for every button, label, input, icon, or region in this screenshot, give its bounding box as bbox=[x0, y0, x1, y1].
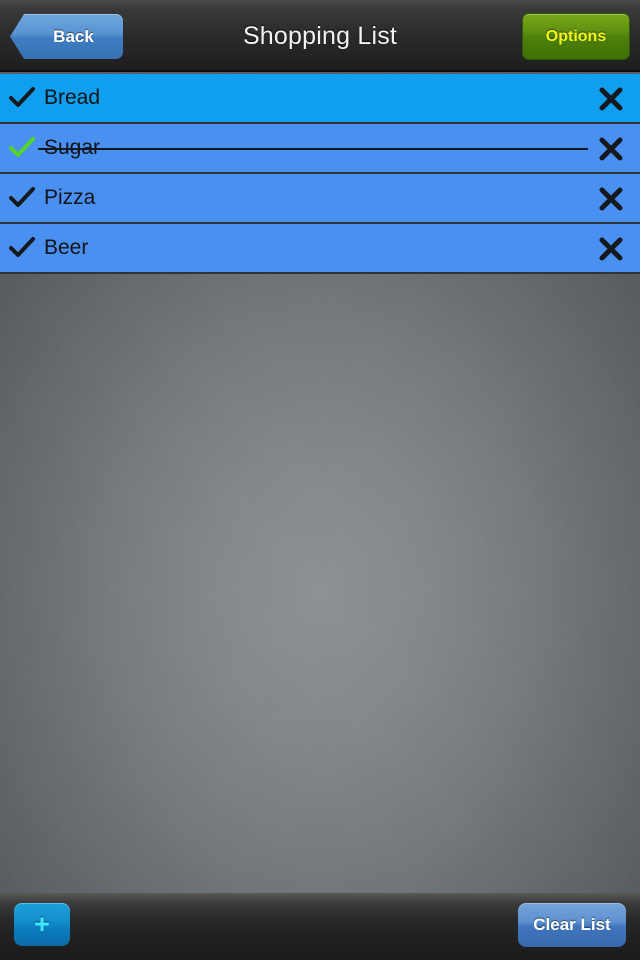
options-button-label: Options bbox=[545, 27, 607, 45]
list-item[interactable]: Beer bbox=[0, 224, 640, 274]
list-item-label: Bread bbox=[44, 86, 101, 109]
plus-icon: + bbox=[34, 909, 50, 939]
list-item-label: Beer bbox=[44, 236, 89, 259]
bottom-toolbar: + Clear List bbox=[0, 893, 640, 960]
options-button[interactable]: Options bbox=[522, 13, 630, 60]
delete-item-button[interactable] bbox=[588, 224, 634, 274]
close-icon bbox=[599, 137, 623, 161]
delete-item-button[interactable] bbox=[588, 74, 634, 124]
close-icon bbox=[599, 87, 623, 111]
clear-list-label: Clear List bbox=[533, 915, 611, 934]
checkmark-icon[interactable] bbox=[6, 236, 38, 260]
list-item[interactable]: Pizza bbox=[0, 174, 640, 224]
strikethrough-line bbox=[38, 148, 588, 150]
app-screen: Back Shopping List Options Bread Sugar Piz… bbox=[0, 0, 640, 960]
list-item-label: Pizza bbox=[44, 186, 96, 209]
close-icon bbox=[599, 237, 623, 261]
list-item[interactable]: Bread bbox=[0, 74, 640, 124]
delete-item-button[interactable] bbox=[588, 124, 634, 174]
delete-item-button[interactable] bbox=[588, 174, 634, 224]
list-item[interactable]: Sugar bbox=[0, 124, 640, 174]
shopping-list: Bread Sugar Pizza Beer bbox=[0, 74, 640, 274]
add-item-button[interactable]: + bbox=[14, 903, 70, 946]
close-icon bbox=[599, 187, 623, 211]
list-item-label: Sugar bbox=[44, 136, 101, 159]
clear-list-button[interactable]: Clear List bbox=[518, 903, 626, 947]
checkmark-icon[interactable] bbox=[6, 86, 38, 110]
checkmark-icon[interactable] bbox=[6, 186, 38, 210]
page-title-text: Shopping List bbox=[242, 21, 398, 50]
navigation-bar: Back Shopping List Options bbox=[0, 0, 640, 72]
checkmark-icon-checked[interactable] bbox=[6, 136, 38, 160]
